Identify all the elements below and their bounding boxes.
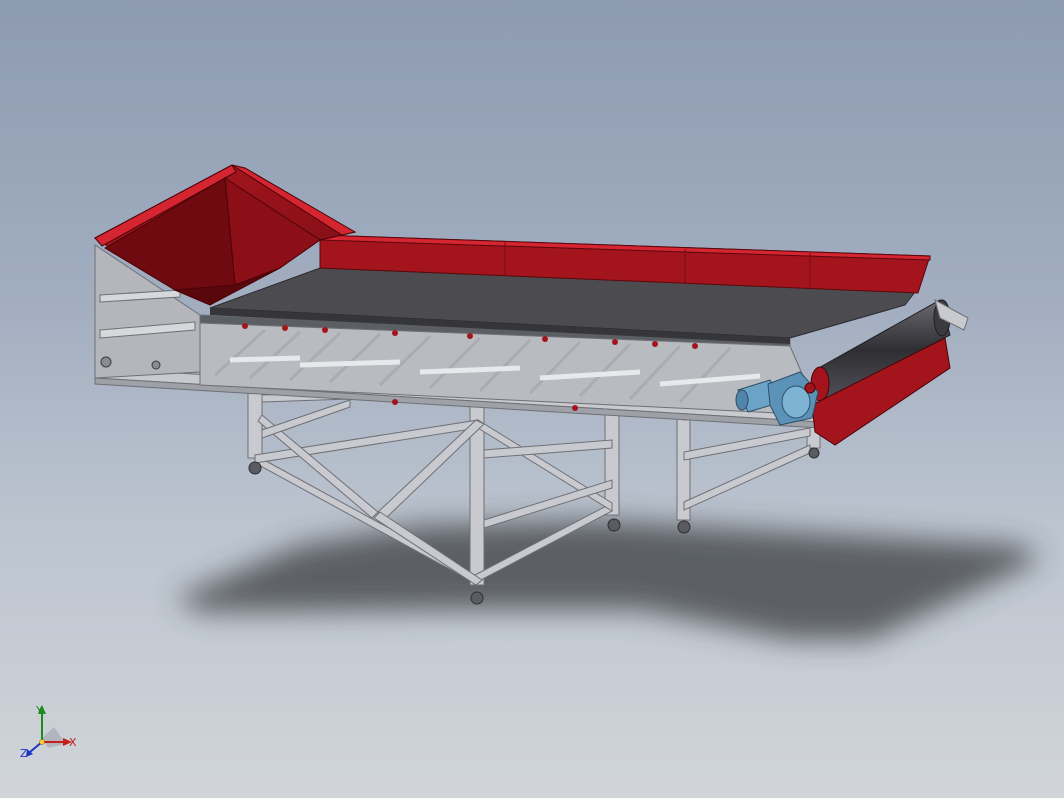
coordinate-triad: Y X Z: [18, 700, 88, 770]
conveyor-model[interactable]: [0, 0, 1064, 798]
z-axis-label: Z: [20, 747, 28, 760]
y-axis-label: Y: [36, 704, 43, 717]
graphics-viewport[interactable]: Y X Z: [0, 0, 1064, 798]
triad-axes: [26, 705, 72, 757]
x-axis-label: X: [69, 736, 77, 749]
ground-shadow: [175, 520, 1040, 640]
origin-dot: [39, 739, 45, 745]
